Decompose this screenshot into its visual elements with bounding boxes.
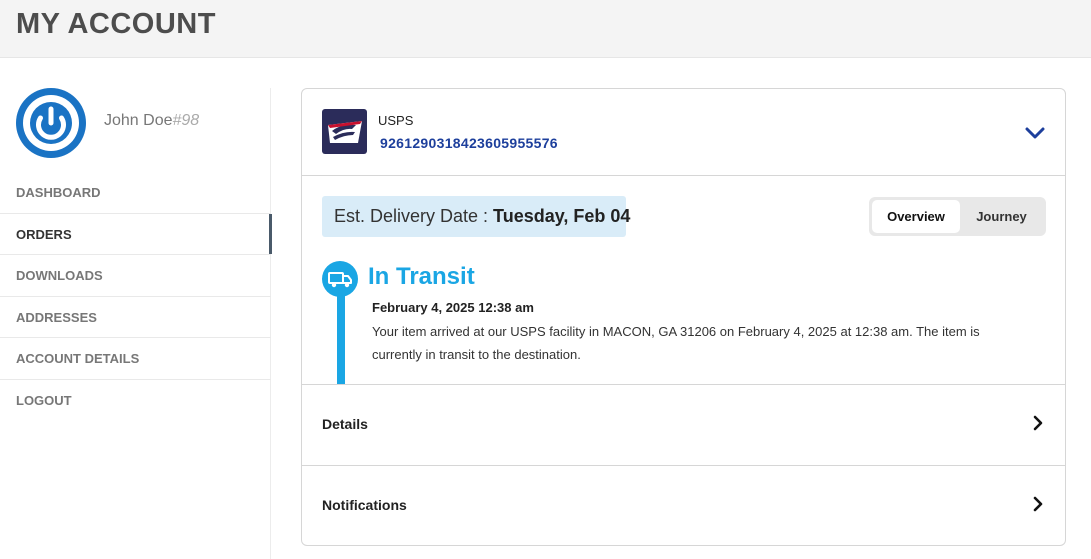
truck-icon [328, 272, 352, 288]
tab-journey[interactable]: Journey [960, 200, 1043, 233]
chevron-down-icon[interactable] [1023, 123, 1047, 143]
view-toggle: Overview Journey [869, 197, 1046, 236]
avatar [16, 88, 86, 158]
carrier-name: USPS [378, 113, 414, 128]
tab-overview[interactable]: Overview [872, 200, 960, 233]
nav-item-dashboard[interactable]: DASHBOARD [0, 172, 271, 214]
est-delivery-date: Tuesday, Feb 04 [493, 206, 631, 226]
username: John Doe#98 [104, 112, 199, 130]
user-profile: John Doe#98 [16, 88, 266, 158]
page-title: MY ACCOUNT [16, 8, 216, 40]
shipment-status: In Transit [368, 263, 475, 290]
power-icon [23, 95, 79, 151]
notifications-section[interactable]: Notifications [302, 465, 1065, 545]
event-description: Your item arrived at our USPS facility i… [372, 324, 980, 362]
page-header: MY ACCOUNT [0, 0, 1091, 58]
details-label: Details [322, 416, 368, 432]
chevron-right-icon[interactable] [1031, 494, 1045, 514]
event-timestamp: February 4, 2025 12:38 am [372, 300, 534, 315]
account-sidebar: John Doe#98 DASHBOARD ORDERS DOWNLOADS A… [0, 88, 272, 559]
notifications-label: Notifications [322, 497, 407, 513]
est-delivery-label: Est. Delivery Date : [334, 206, 494, 226]
account-nav: DASHBOARD ORDERS DOWNLOADS ADDRESSES ACC… [0, 172, 272, 422]
shipment-header[interactable]: USPS 9261290318423605955576 [302, 89, 1065, 176]
chevron-right-icon[interactable] [1031, 413, 1045, 433]
nav-item-downloads[interactable]: DOWNLOADS [0, 255, 271, 297]
usps-logo-icon [322, 109, 367, 154]
user-name: John Doe [104, 112, 173, 129]
tracking-number[interactable]: 9261290318423605955576 [380, 135, 558, 151]
status-marker [322, 261, 358, 297]
nav-item-logout[interactable]: LOGOUT [0, 380, 271, 422]
user-id: #98 [172, 112, 200, 129]
details-section[interactable]: Details [302, 384, 1065, 465]
nav-item-addresses[interactable]: ADDRESSES [0, 297, 271, 338]
shipment-card: USPS 9261290318423605955576 Est. Deliver… [301, 88, 1066, 546]
estimated-delivery: Est. Delivery Date : Tuesday, Feb 04 [322, 196, 630, 237]
nav-item-orders[interactable]: ORDERS [0, 213, 272, 255]
nav-item-account-details[interactable]: ACCOUNT DETAILS [0, 338, 271, 380]
